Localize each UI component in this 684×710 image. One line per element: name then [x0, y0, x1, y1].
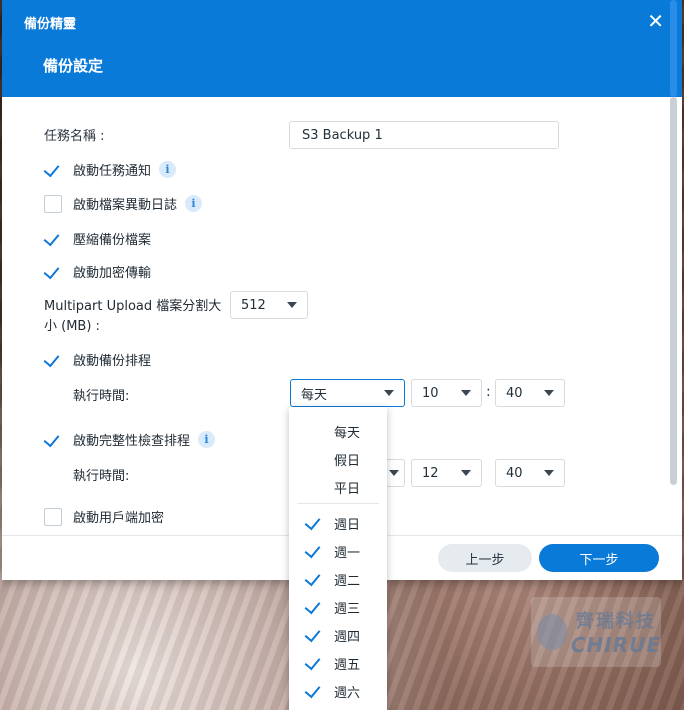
backup-schedule-label: 啟動備份排程 — [73, 354, 152, 369]
day-option-fri[interactable]: 週五 — [289, 649, 387, 677]
notify-option[interactable]: 啟動任務通知 i — [44, 160, 177, 179]
task-name-label: 任務名稱 : — [44, 129, 105, 144]
dialog-titlebar: 備份精靈 ✕ 備份設定 — [2, 0, 682, 97]
backup-hour-select[interactable]: 10 — [411, 379, 482, 407]
watermark-emblem — [537, 614, 567, 650]
watermark-cn: 齊瑞科技 — [575, 611, 656, 632]
chevron-down-icon — [544, 390, 554, 396]
multipart-label: Multipart Upload 檔案分割大 小 (MB) : — [44, 299, 222, 334]
day-option-wed[interactable]: 週三 — [289, 593, 387, 621]
day-option-sun[interactable]: 週日 — [289, 509, 387, 537]
day-checkbox[interactable] — [305, 598, 323, 616]
day-option-sat[interactable]: 週六 — [289, 677, 387, 705]
file-change-log-checkbox[interactable] — [44, 194, 62, 213]
info-icon[interactable]: i — [159, 161, 177, 178]
info-icon[interactable]: i — [185, 195, 203, 212]
integrity-checkbox[interactable] — [44, 430, 62, 449]
day-checkbox[interactable] — [305, 626, 323, 644]
client-encrypt-checkbox[interactable] — [44, 507, 62, 526]
integrity-hour-select[interactable]: 12 — [411, 459, 482, 487]
menu-divider — [297, 503, 379, 504]
chevron-down-icon — [544, 470, 554, 476]
next-button[interactable]: 下一步 — [539, 544, 659, 572]
client-encrypt-label: 啟動用戶端加密 — [73, 511, 165, 526]
integrity-exec-time-label: 執行時間: — [73, 469, 130, 484]
notify-label: 啟動任務通知 — [73, 164, 152, 179]
encrypt-transfer-label: 啟動加密傳輸 — [73, 266, 152, 281]
frequency-dropdown-menu: 每天 假日 平日 週日 週一 週二 週三 週四 週五 週六 — [289, 407, 387, 710]
close-icon[interactable]: ✕ — [647, 9, 664, 33]
chevron-down-icon — [389, 470, 399, 476]
chevron-down-icon — [461, 470, 471, 476]
chevron-down-icon — [384, 390, 394, 396]
info-icon[interactable]: i — [198, 431, 216, 448]
integrity-minute-select[interactable]: 40 — [495, 459, 565, 487]
prev-button[interactable]: 上一步 — [438, 544, 532, 572]
scrollbar-header — [670, 0, 677, 97]
day-checkbox[interactable] — [305, 570, 323, 588]
watermark-logo: 齊瑞科技 CHIRUE — [531, 597, 661, 667]
option-daily[interactable]: 每天 — [289, 417, 387, 445]
scrollbar-thumb[interactable] — [670, 97, 677, 485]
day-option-tue[interactable]: 週二 — [289, 565, 387, 593]
integrity-label: 啟動完整性檢查排程 — [73, 434, 191, 449]
option-holiday[interactable]: 假日 — [289, 445, 387, 473]
integrity-schedule-option[interactable]: 啟動完整性檢查排程 i — [44, 430, 216, 449]
backup-schedule-checkbox[interactable] — [44, 350, 62, 369]
chevron-down-icon — [287, 302, 297, 308]
day-checkbox[interactable] — [305, 654, 323, 672]
multipart-size-select[interactable]: 512 — [230, 291, 308, 319]
client-encrypt-option[interactable]: 啟動用戶端加密 — [44, 507, 164, 526]
compress-option[interactable]: 壓縮備份檔案 — [44, 229, 151, 248]
encrypt-transfer-option[interactable]: 啟動加密傳輸 — [44, 262, 151, 281]
compress-checkbox[interactable] — [44, 229, 62, 248]
option-weekday[interactable]: 平日 — [289, 473, 387, 501]
compress-label: 壓縮備份檔案 — [73, 233, 152, 248]
chevron-down-icon — [461, 390, 471, 396]
backup-exec-time-label: 執行時間: — [73, 389, 130, 404]
page-title: 備份設定 — [43, 57, 104, 75]
time-colon: : — [486, 384, 491, 400]
task-name-input[interactable]: S3 Backup 1 — [289, 121, 559, 149]
day-option-thu[interactable]: 週四 — [289, 621, 387, 649]
file-change-log-label: 啟動檔案異動日誌 — [73, 198, 178, 213]
day-checkbox[interactable] — [305, 542, 323, 560]
file-change-log-option[interactable]: 啟動檔案異動日誌 i — [44, 194, 203, 213]
backup-schedule-option[interactable]: 啟動備份排程 — [44, 350, 151, 369]
day-checkbox[interactable] — [305, 682, 323, 700]
encrypt-transfer-checkbox[interactable] — [44, 262, 62, 281]
day-checkbox[interactable] — [305, 514, 323, 532]
app-title: 備份精靈 — [24, 17, 77, 32]
watermark-en: CHIRUE — [570, 633, 661, 657]
backup-minute-select[interactable]: 40 — [495, 379, 565, 407]
notify-checkbox[interactable] — [44, 160, 62, 179]
day-option-mon[interactable]: 週一 — [289, 537, 387, 565]
backup-frequency-select[interactable]: 每天 — [290, 379, 405, 407]
